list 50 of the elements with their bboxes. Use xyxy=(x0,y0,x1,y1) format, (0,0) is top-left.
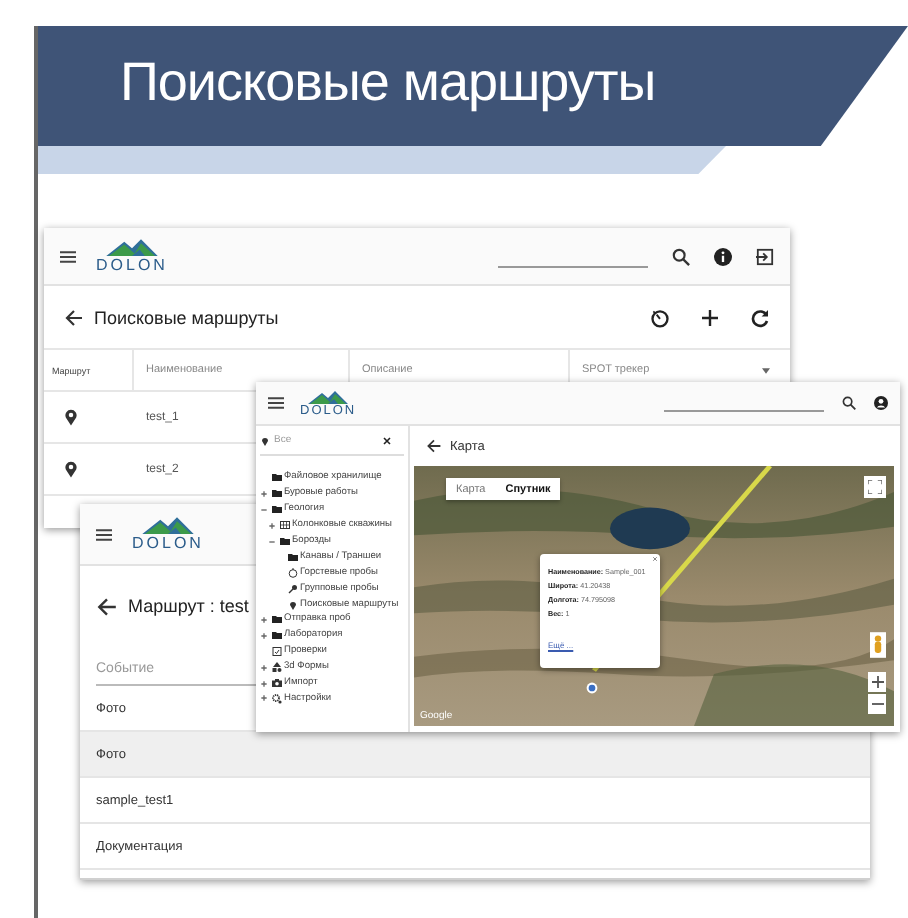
shapes-icon xyxy=(271,662,281,673)
logo-text: DOLON xyxy=(96,256,168,274)
close-icon[interactable] xyxy=(382,435,392,445)
pin-icon[interactable] xyxy=(64,408,78,426)
page-title: Маршрут : test xyxy=(128,596,249,616)
collapse-icon[interactable] xyxy=(268,537,276,545)
minus-icon xyxy=(871,698,883,710)
clipboard-icon xyxy=(271,646,281,657)
zoom-in-button[interactable] xyxy=(868,672,886,692)
info-icon[interactable] xyxy=(714,247,732,265)
menu-icon[interactable] xyxy=(268,396,284,410)
grid-icon xyxy=(279,520,289,531)
timer-icon[interactable] xyxy=(650,307,670,327)
search-icon[interactable] xyxy=(672,247,690,265)
expand-icon[interactable] xyxy=(260,489,268,498)
logo-text: DOLON xyxy=(132,534,204,552)
pin-icon[interactable] xyxy=(64,460,78,478)
menu-icon[interactable] xyxy=(60,249,76,263)
plus-icon[interactable] xyxy=(700,307,720,327)
slide-title: Поисковые маршруты xyxy=(120,50,656,116)
zoom-out-button[interactable] xyxy=(868,694,886,714)
refresh-icon[interactable] xyxy=(750,307,770,327)
gears-icon xyxy=(271,693,281,704)
expand-icon[interactable] xyxy=(260,694,268,703)
fullscreen-button[interactable] xyxy=(864,476,886,498)
back-arrow-icon[interactable] xyxy=(64,307,84,327)
timer-icon xyxy=(287,567,297,578)
pin-icon xyxy=(260,435,270,445)
plus-icon xyxy=(871,676,883,688)
page-title: Поисковые маршруты xyxy=(94,307,279,327)
pin-icon xyxy=(287,599,297,610)
expand-icon[interactable] xyxy=(260,663,268,672)
expand-icon[interactable] xyxy=(260,615,268,624)
menu-icon[interactable] xyxy=(96,527,112,541)
expand-icon[interactable] xyxy=(268,521,276,530)
search-icon[interactable] xyxy=(842,396,856,410)
fullscreen-icon xyxy=(868,480,882,494)
mountain-logo-icon xyxy=(308,389,349,403)
map-marker-icon[interactable] xyxy=(586,682,598,694)
mountain-logo-icon xyxy=(105,238,158,256)
expand-icon[interactable] xyxy=(260,679,268,688)
camera-icon xyxy=(271,678,281,689)
user-icon[interactable] xyxy=(874,396,888,410)
expand-icon[interactable] xyxy=(260,631,268,640)
back-arrow-icon[interactable] xyxy=(426,438,442,454)
logout-icon[interactable] xyxy=(756,247,774,265)
caret-icon[interactable] xyxy=(762,367,770,373)
mountain-logo-icon xyxy=(141,516,194,534)
back-arrow-icon[interactable] xyxy=(96,595,118,617)
key-icon xyxy=(287,583,297,594)
